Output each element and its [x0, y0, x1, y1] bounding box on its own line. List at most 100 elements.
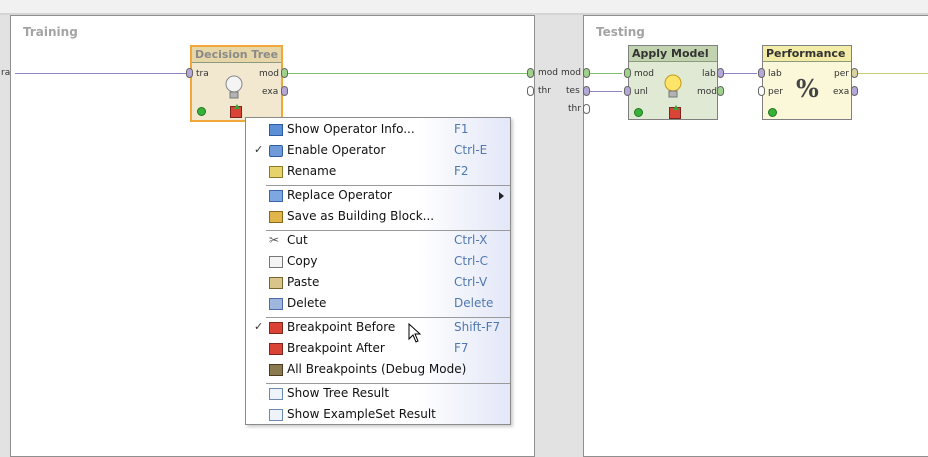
connection-input-to-tree [15, 73, 187, 74]
menu-label: Enable Operator [287, 143, 386, 157]
check-mark-icon: ✓ [254, 320, 264, 333]
port-label-exa-out: exa [833, 87, 850, 97]
menu-label: Copy [287, 254, 318, 268]
port-label-unl: unl [634, 87, 648, 97]
menu-item-save-as-building-block[interactable]: Save as Building Block... [246, 207, 510, 228]
breakpoint-before-icon [269, 322, 283, 334]
port-tra[interactable] [186, 68, 193, 78]
menu-shortcut: Ctrl-E [454, 143, 488, 157]
connection-model-to-apply [589, 73, 622, 74]
port-apply-mod-in[interactable] [624, 68, 631, 78]
port-label-per-out: per [834, 69, 849, 79]
menu-label: Cut [287, 233, 308, 247]
port-apply-unl-in[interactable] [624, 86, 631, 96]
operator-context-menu[interactable]: Show Operator Info... F1 ✓ Enable Operat… [245, 117, 511, 425]
connection-apply-to-performance [724, 73, 757, 74]
status-ok-icon [197, 107, 206, 116]
menu-item-delete[interactable]: Delete Delete [246, 294, 510, 315]
port-label-per: per [768, 87, 783, 97]
operator-decision-tree[interactable]: Decision Tree tra mod exa [190, 45, 283, 122]
menu-label: Replace Operator [287, 188, 392, 202]
delete-icon [269, 298, 283, 310]
port-label-lab: lab [768, 69, 782, 79]
operator-title: Performance [763, 46, 851, 62]
percent-icon: % [796, 74, 819, 103]
menu-item-show-operator-info[interactable]: Show Operator Info... F1 [246, 120, 510, 141]
connection-test-to-apply [589, 91, 622, 92]
lightbulb-icon [663, 74, 683, 105]
breakpoint-icon [669, 105, 681, 119]
port-label-thr-out: thr [538, 86, 551, 96]
breakpoint-icon [230, 104, 242, 118]
port-label-tes-in: tes [566, 86, 580, 96]
menu-label: Rename [287, 164, 337, 178]
all-breakpoints-icon [269, 364, 283, 376]
operator-title: Apply Model [629, 46, 717, 62]
port-perf-per-out[interactable] [851, 68, 858, 78]
port-label-thr-in: thr [568, 104, 581, 114]
menu-label: Save as Building Block... [287, 209, 435, 223]
port-label-mod: mod [634, 69, 654, 79]
training-title: Training [23, 25, 78, 39]
replace-icon [269, 190, 283, 202]
copy-icon [269, 256, 283, 268]
status-ok-icon [768, 108, 777, 117]
port-label-exa: exa [262, 87, 279, 97]
operator-performance[interactable]: Performance lab per per exa % [762, 45, 852, 120]
port-label-mod-out: mod [697, 87, 717, 97]
menu-item-show-tree-result[interactable]: Show Tree Result [246, 384, 510, 405]
port-label-mod: mod [259, 69, 279, 79]
port-perf-exa-out[interactable] [851, 86, 858, 96]
paste-icon [269, 277, 283, 289]
port-mod-out[interactable] [527, 68, 534, 78]
menu-shortcut: F1 [454, 122, 469, 136]
menu-label: Show Operator Info... [287, 122, 415, 136]
building-block-icon [269, 211, 283, 223]
menu-label: Show Tree Result [287, 386, 390, 400]
port-thr-in[interactable] [583, 104, 590, 114]
enable-icon [269, 145, 283, 157]
menu-item-all-breakpoints[interactable]: All Breakpoints (Debug Mode) [246, 360, 510, 381]
breakpoint-after-icon [269, 343, 283, 355]
menu-shortcut: Delete [454, 296, 494, 310]
menu-shortcut: F2 [454, 164, 469, 178]
menu-label: All Breakpoints (Debug Mode) [287, 362, 467, 376]
port-perf-per-in[interactable] [758, 86, 765, 96]
port-perf-lab-in[interactable] [758, 68, 765, 78]
port-label-mod-in: mod [561, 68, 581, 78]
scissors-icon: ✂ [269, 233, 280, 247]
menu-item-paste[interactable]: Paste Ctrl-V [246, 273, 510, 294]
rename-icon [269, 166, 283, 178]
menu-item-enable-operator[interactable]: ✓ Enable Operator Ctrl-E [246, 141, 510, 162]
menu-item-show-exampleset-result[interactable]: Show ExampleSet Result [246, 405, 510, 426]
menu-shortcut: F7 [454, 341, 469, 355]
port-tree-mod[interactable] [281, 68, 288, 78]
connection-performance-out [858, 73, 928, 74]
menu-item-cut[interactable]: ✂ Cut Ctrl-X [246, 231, 510, 252]
port-mod-in[interactable] [583, 68, 590, 78]
operator-apply-model[interactable]: Apply Model mod unl lab mod [628, 45, 718, 120]
menu-item-rename[interactable]: Rename F2 [246, 162, 510, 183]
menu-item-copy[interactable]: Copy Ctrl-C [246, 252, 510, 273]
port-apply-mod-out[interactable] [717, 86, 724, 96]
tree-result-icon [269, 388, 283, 400]
menu-label: Paste [287, 275, 320, 289]
port-apply-lab-out[interactable] [717, 68, 724, 78]
port-label-input-partial: ra [1, 68, 11, 78]
menu-shortcut: Shift-F7 [454, 320, 501, 334]
menu-shortcut: Ctrl-C [454, 254, 489, 268]
info-icon [269, 124, 283, 136]
mouse-cursor-icon [408, 323, 422, 343]
menu-item-replace-operator[interactable]: Replace Operator [246, 186, 510, 207]
menu-label: Breakpoint Before [287, 320, 396, 334]
port-thr-out[interactable] [527, 86, 534, 96]
menu-label: Show ExampleSet Result [287, 407, 436, 421]
menu-item-breakpoint-before[interactable]: ✓ Breakpoint Before Shift-F7 [246, 318, 510, 339]
menu-item-breakpoint-after[interactable]: Breakpoint After F7 [246, 339, 510, 360]
connection-tree-model [287, 73, 527, 74]
port-tree-exa[interactable] [281, 86, 288, 96]
submenu-arrow-icon [499, 192, 504, 200]
port-tes-in[interactable] [583, 86, 590, 96]
lightbulb-icon [224, 75, 244, 106]
menu-shortcut: Ctrl-X [454, 233, 488, 247]
